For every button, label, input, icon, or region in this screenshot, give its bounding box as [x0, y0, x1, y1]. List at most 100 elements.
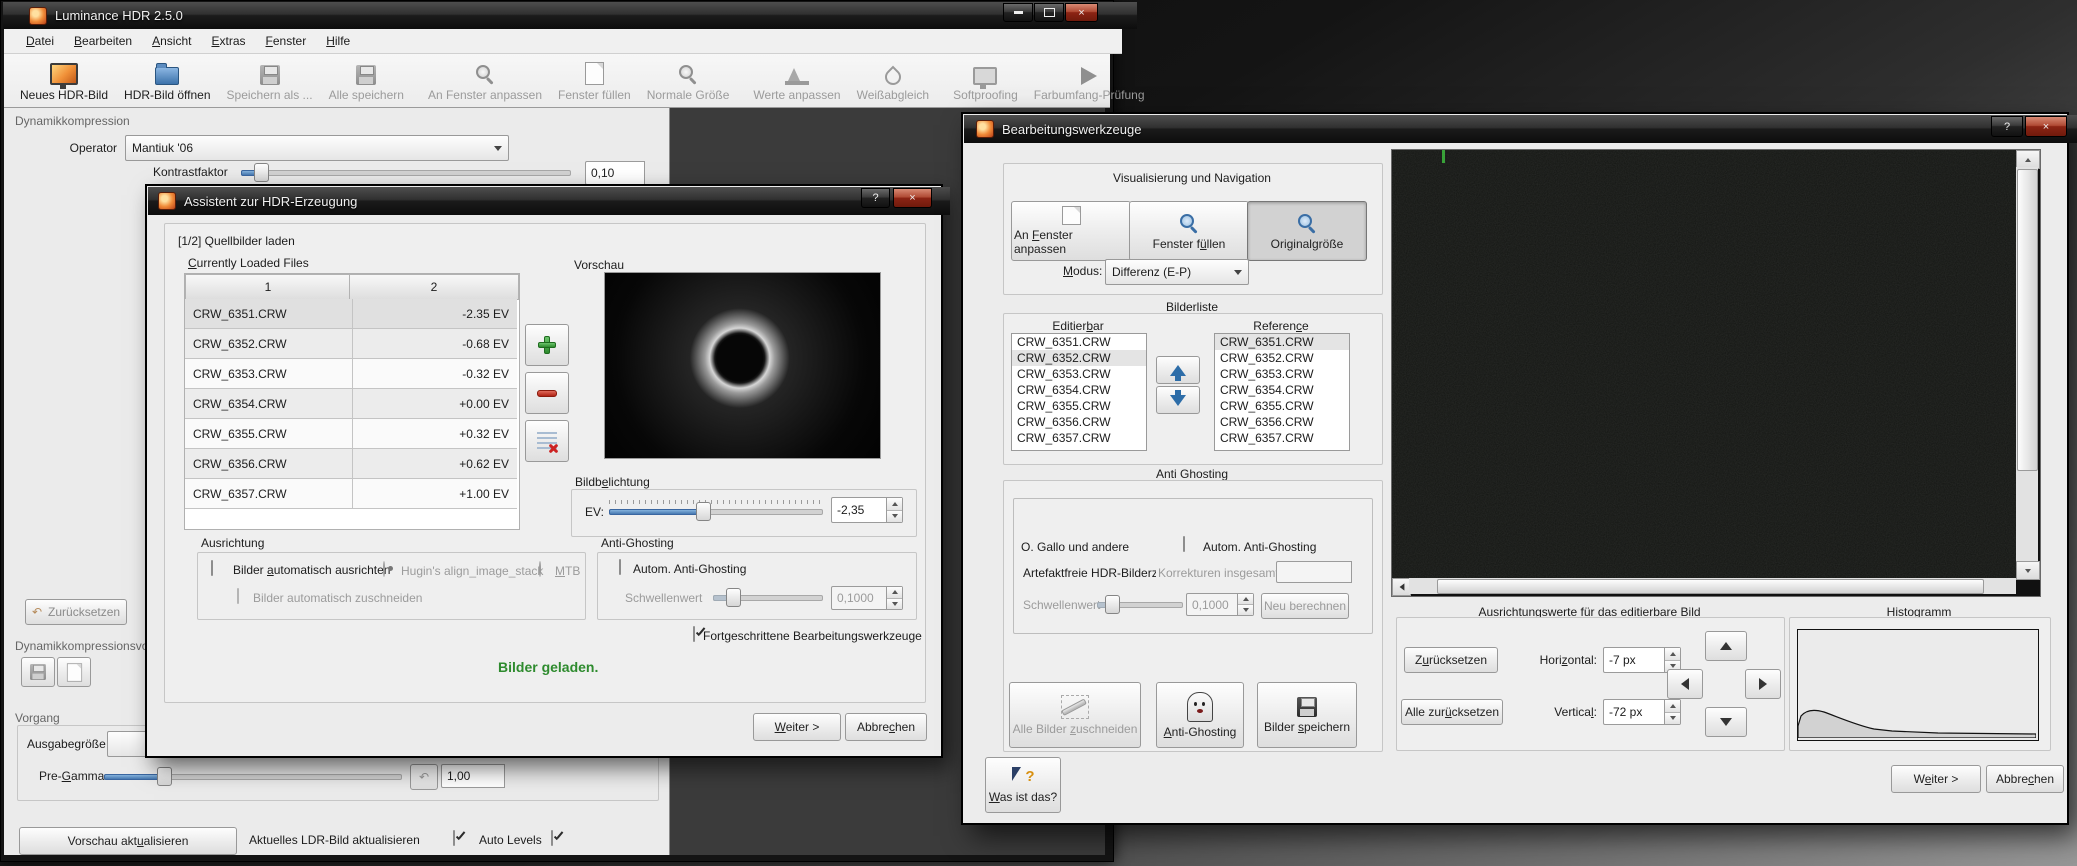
vertical-scrollbar[interactable] [2016, 167, 2038, 561]
horizontal-scrollbar[interactable] [1409, 578, 2016, 594]
corrections-field[interactable] [1276, 561, 1352, 583]
toolbar-fit-window[interactable]: An Fenster anpassen [420, 54, 550, 107]
toolbar-normal-size[interactable]: Normale Größe [639, 54, 738, 107]
operator-combobox[interactable]: Mantiuk '06 [125, 135, 509, 161]
nudge-right-button[interactable] [1745, 669, 1781, 699]
toolbar-adjust-levels[interactable]: Werte anpassen [745, 54, 848, 107]
table-row[interactable]: CRW_6353.CRW -0.32 EV [185, 359, 517, 389]
editor-threshold-spinbox[interactable]: 0,1000 [1186, 593, 1254, 616]
advanced-tools-checkbox[interactable] [693, 626, 695, 642]
antighosting-button[interactable]: Anti-Ghosting [1156, 682, 1244, 748]
toolbar-save-as[interactable]: Speichern als ... [219, 54, 321, 107]
save-images-button[interactable]: Bilder speichern [1257, 682, 1357, 748]
spin-up-icon[interactable] [1670, 704, 1676, 708]
editor-auto-ag-checkbox[interactable] [1183, 536, 1185, 552]
spin-up-icon[interactable] [1670, 652, 1676, 656]
list-item[interactable]: CRW_6353.CRW [1215, 366, 1349, 382]
list-item[interactable]: CRW_6355.CRW [1012, 398, 1146, 414]
contrast-value[interactable]: 0,10 [585, 161, 645, 185]
wizard-help-button[interactable]: ? [861, 188, 890, 208]
editor-threshold-slider[interactable] [1097, 596, 1183, 612]
menu-fenster[interactable]: Fenster [256, 30, 317, 52]
fit-window-button[interactable]: An Fenster anpassen [1011, 201, 1131, 261]
move-down-button[interactable] [1156, 386, 1200, 414]
fill-window-button[interactable]: Fenster füllen [1129, 201, 1249, 261]
mtb-radio[interactable] [539, 561, 541, 577]
update-preview-button[interactable]: Vorschau aktualisieren [19, 827, 237, 855]
table-row[interactable]: CRW_6355.CRW +0.32 EV [185, 419, 517, 449]
table-row[interactable]: CRW_6356.CRW +0.62 EV [185, 449, 517, 479]
table-row[interactable]: CRW_6357.CRW +1.00 EV [185, 479, 517, 509]
reference-list[interactable]: CRW_6351.CRW CRW_6352.CRW CRW_6353.CRW C… [1214, 333, 1350, 451]
toolbar-softproofing[interactable]: Softproofing [945, 54, 1026, 107]
mode-combobox[interactable]: Differenz (E-P) [1105, 259, 1249, 285]
hugin-radio[interactable] [383, 561, 385, 577]
list-item[interactable]: CRW_6352.CRW [1012, 350, 1146, 366]
reset-button[interactable]: Zurücksetzen [1404, 647, 1498, 673]
editor-titlebar[interactable]: Bearbeitungswerkzeuge [964, 115, 2077, 143]
table-row[interactable]: CRW_6351.CRW -2.35 EV [185, 299, 517, 329]
load-preset-button[interactable] [57, 657, 91, 687]
toolbar-open-hdr[interactable]: HDR-Bild öffnen [116, 54, 218, 107]
contrast-slider[interactable] [241, 163, 571, 181]
editor-next-button[interactable]: Weiter > [1891, 765, 1981, 793]
update-ldr-checkbox[interactable] [453, 830, 455, 846]
dock-reset-button[interactable]: ↶ Zurücksetzen [25, 599, 127, 625]
toolbar-gamut-check[interactable]: Farbumfang-Prüfung [1026, 54, 1153, 107]
spin-down-icon[interactable] [892, 514, 898, 518]
editor-help-button[interactable]: ? [1991, 116, 2023, 137]
pregamma-slider[interactable] [104, 767, 402, 785]
spin-up-icon[interactable] [892, 502, 898, 506]
menu-datei[interactable]: Datei [16, 30, 64, 52]
editor-close-button[interactable]: × [2025, 116, 2067, 137]
main-titlebar[interactable]: Luminance HDR 2.5.0 [3, 2, 1137, 29]
list-item[interactable]: CRW_6353.CRW [1012, 366, 1146, 382]
editor-cancel-button[interactable]: Abbrechen [1986, 765, 2064, 793]
scrollbar-thumb[interactable] [1437, 579, 1984, 594]
wizard-titlebar[interactable]: Assistent zur HDR-Erzeugung [148, 187, 950, 215]
wizard-close-button[interactable]: × [893, 188, 932, 208]
list-item[interactable]: CRW_6357.CRW [1215, 430, 1349, 446]
menu-bearbeiten[interactable]: Bearbeiten [64, 30, 142, 52]
list-item[interactable]: CRW_6351.CRW [1012, 334, 1146, 350]
whats-this-button[interactable]: ? Was ist das? [985, 757, 1061, 813]
auto-antighost-checkbox[interactable] [619, 559, 621, 575]
auto-levels-checkbox[interactable] [551, 830, 553, 846]
editable-list[interactable]: CRW_6351.CRW CRW_6352.CRW CRW_6353.CRW C… [1011, 333, 1147, 451]
recalculate-button[interactable]: Neu berechnen [1261, 593, 1349, 619]
original-size-button[interactable]: Originalgröße [1247, 201, 1367, 261]
minimize-button[interactable] [1003, 3, 1033, 22]
threshold-spinbox[interactable]: 0,1000 [831, 586, 903, 610]
spin-down-icon[interactable] [892, 602, 898, 606]
move-up-button[interactable] [1156, 356, 1200, 384]
remove-image-button[interactable] [525, 372, 569, 414]
ev-slider[interactable] [609, 501, 823, 521]
list-item[interactable]: CRW_6355.CRW [1215, 398, 1349, 414]
save-preset-button[interactable] [21, 657, 55, 687]
menu-extras[interactable]: Extras [201, 30, 255, 52]
toolbar-white-balance[interactable]: Weißabgleich [849, 54, 937, 107]
table-header-1[interactable]: 1 [185, 274, 351, 300]
list-item[interactable]: CRW_6354.CRW [1012, 382, 1146, 398]
spin-down-icon[interactable] [1670, 716, 1676, 720]
eclipse-image[interactable] [1392, 150, 2016, 578]
toolbar-fill-window[interactable]: Fenster füllen [550, 54, 639, 107]
toolbar-new-hdr[interactable]: Neues HDR-Bild [12, 54, 116, 107]
table-row[interactable]: CRW_6352.CRW -0.68 EV [185, 329, 517, 359]
spin-up-icon[interactable] [1243, 597, 1249, 601]
pregamma-undo-button[interactable]: ↶ [410, 764, 438, 790]
loaded-files-table[interactable]: 1 2 CRW_6351.CRW -2.35 EV CRW_6352.CRW -… [184, 273, 520, 530]
menu-hilfe[interactable]: Hilfe [316, 30, 360, 52]
ev-spinbox[interactable]: -2,35 [831, 497, 903, 523]
spin-up-icon[interactable] [892, 590, 898, 594]
list-item[interactable]: CRW_6352.CRW [1215, 350, 1349, 366]
list-item[interactable]: CRW_6357.CRW [1012, 430, 1146, 446]
spin-down-icon[interactable] [1670, 664, 1676, 668]
pregamma-value[interactable]: 1,00 [441, 764, 505, 788]
scroll-down-button[interactable] [2016, 561, 2040, 580]
close-button[interactable]: × [1065, 3, 1098, 22]
table-header-2[interactable]: 2 [349, 274, 519, 300]
wizard-cancel-button[interactable]: Abbrechen [845, 713, 927, 741]
threshold-slider[interactable] [713, 589, 823, 605]
list-item[interactable]: CRW_6356.CRW [1012, 414, 1146, 430]
